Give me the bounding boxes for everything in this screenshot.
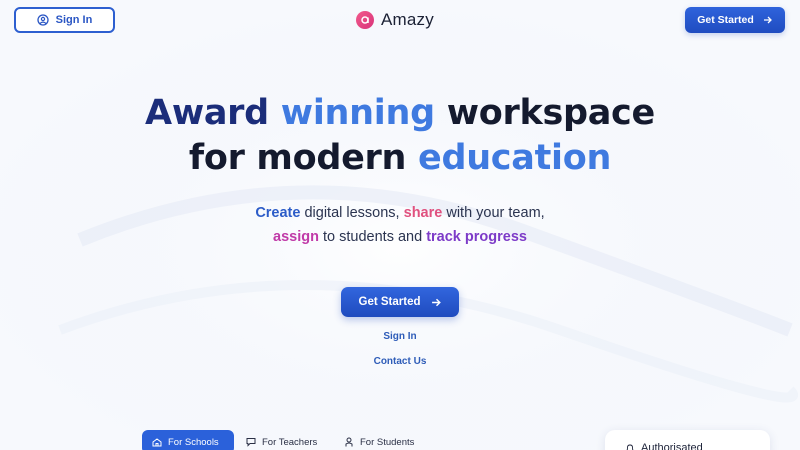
arrow-right-icon [431,298,441,306]
hero-subtitle-line-1: Create digital lessons, share with your … [0,201,800,225]
subtitle-text-1: digital lessons, [300,205,404,221]
notification-card: Authorisated [605,430,770,450]
cta-label: Get Started [358,296,421,308]
logo-mark-icon [356,11,374,29]
brand-logo[interactable]: Amazy [356,8,434,32]
tab-for-students[interactable]: For Students [334,430,424,450]
subtitle-text-2: with your team, [442,205,545,221]
hero-word-education: education [418,138,612,178]
student-icon [345,437,353,447]
hero-subtitle-line-2: assign to students and track progress [0,225,800,249]
get-started-hero-button[interactable]: Get Started [341,287,459,317]
brand-name: Amazy [381,10,434,29]
hero-title-line-1: Award winning workspace [0,90,800,136]
arrow-right-icon [763,16,772,24]
hero-word-award: Award [145,93,269,133]
keyword-create: Create [255,205,301,221]
school-icon [152,438,162,447]
tab-label: For Students [360,436,415,448]
sign-in-button[interactable]: Sign In [14,7,115,33]
chat-board-icon [246,438,256,447]
subtitle-text-3: to students and [318,229,427,245]
card-text: Authorisated [641,442,703,450]
hero-word-workspace: workspace [446,93,656,133]
tab-label: For Teachers [262,436,318,448]
keyword-track-progress: track progress [426,229,527,245]
sign-in-link[interactable]: Sign In [0,331,800,342]
get-started-label: Get Started [697,14,754,26]
user-circle-icon [37,14,49,26]
sign-in-label: Sign In [55,14,93,26]
tab-for-schools[interactable]: For Schools [142,430,234,450]
hero-words-for-modern: for modern [188,138,407,178]
tab-for-teachers[interactable]: For Teachers [236,430,327,450]
get-started-header-button[interactable]: Get Started [685,7,785,33]
keyword-assign: assign [273,229,319,245]
contact-us-link[interactable]: Contact Us [0,356,800,367]
keyword-share: share [403,205,443,221]
hero-title-line-2: for modern education [0,135,800,181]
bell-icon [626,444,634,450]
tab-label: For Schools [168,436,219,448]
hero-word-winning: winning [280,93,435,133]
